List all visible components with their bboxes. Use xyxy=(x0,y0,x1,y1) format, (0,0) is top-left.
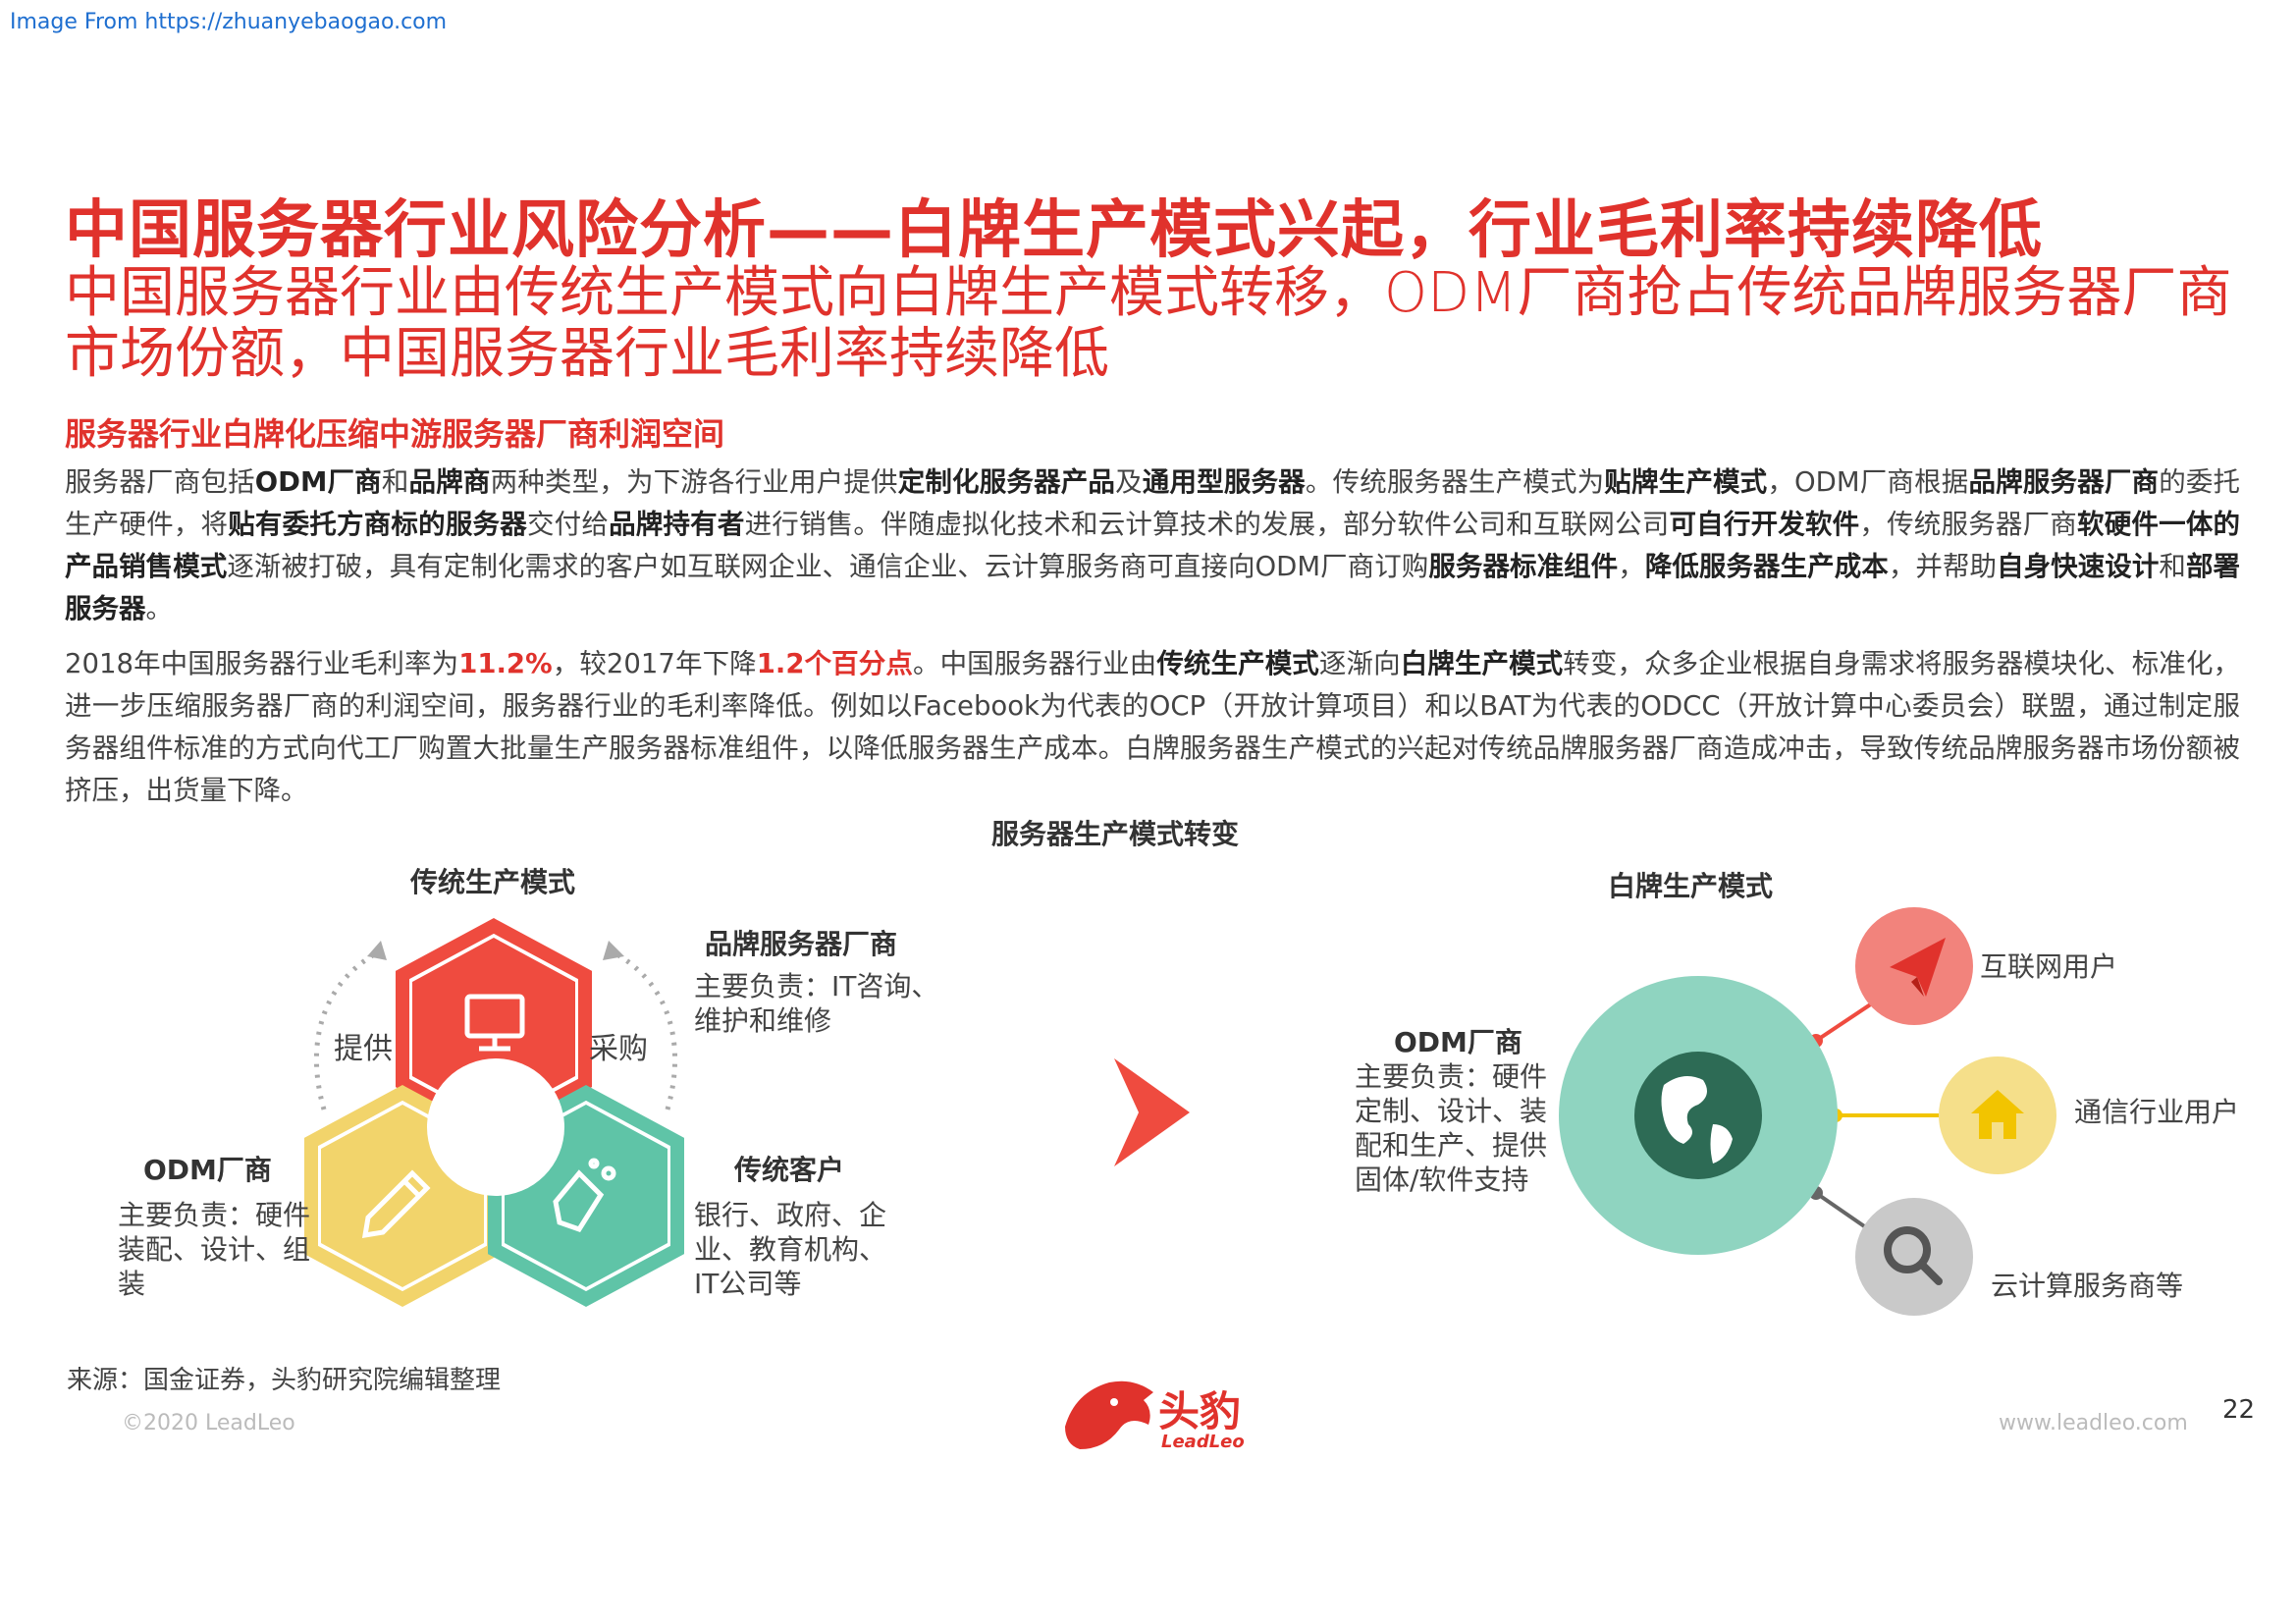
cloud-provider-circle xyxy=(1855,1198,1973,1316)
traditional-customer-name: 传统客户 xyxy=(734,1154,845,1186)
provide-label: 提供 xyxy=(334,1032,393,1066)
whitebox-odm-name: ODM厂商 xyxy=(1394,1026,1522,1058)
transition-arrow-icon xyxy=(1114,1058,1190,1166)
provide-arrow-head xyxy=(367,941,387,960)
logo-subtext: LeadLeo xyxy=(1161,1432,1245,1452)
whitebox-mode-title: 白牌生产模式 xyxy=(1608,870,1774,902)
purchase-arrow-head xyxy=(603,941,624,960)
purchase-arrow xyxy=(612,949,678,1110)
provide-arrow xyxy=(313,949,380,1110)
brand-vendor-name: 品牌服务器厂商 xyxy=(705,928,898,960)
telecom-user-label: 通信行业用户 xyxy=(2074,1096,2240,1128)
whitebox-odm-desc: 主要负责：硬件定制、设计、装配和生产、提供固体/软件支持 xyxy=(1355,1060,1548,1196)
globe-icon xyxy=(1634,1052,1762,1179)
brand-vendor-desc: 主要负责：IT咨询、维护和维修 xyxy=(694,970,939,1037)
page-number: 22 xyxy=(2222,1395,2256,1425)
leopard-logo-icon xyxy=(1065,1380,1153,1449)
odm-vendor-name: ODM厂商 xyxy=(143,1154,272,1186)
internet-user-label: 互联网用户 xyxy=(1980,950,2118,983)
purchase-label: 采购 xyxy=(589,1032,648,1066)
traditional-customer-desc: 银行、政府、企业、教育机构、IT公司等 xyxy=(694,1199,887,1300)
logo-text: 头豹 xyxy=(1158,1387,1242,1435)
source-note: 来源：国金证券，头豹研究院编辑整理 xyxy=(67,1366,502,1395)
traditional-mode-title: 传统生产模式 xyxy=(410,866,576,898)
website-link[interactable]: www.leadleo.com xyxy=(1999,1411,2188,1435)
odm-vendor-desc: 主要负责：硬件装配、设计、组装 xyxy=(118,1199,311,1300)
cloud-provider-label: 云计算服务商等 xyxy=(1991,1270,2184,1302)
copyright: ©2020 LeadLeo xyxy=(122,1411,295,1435)
